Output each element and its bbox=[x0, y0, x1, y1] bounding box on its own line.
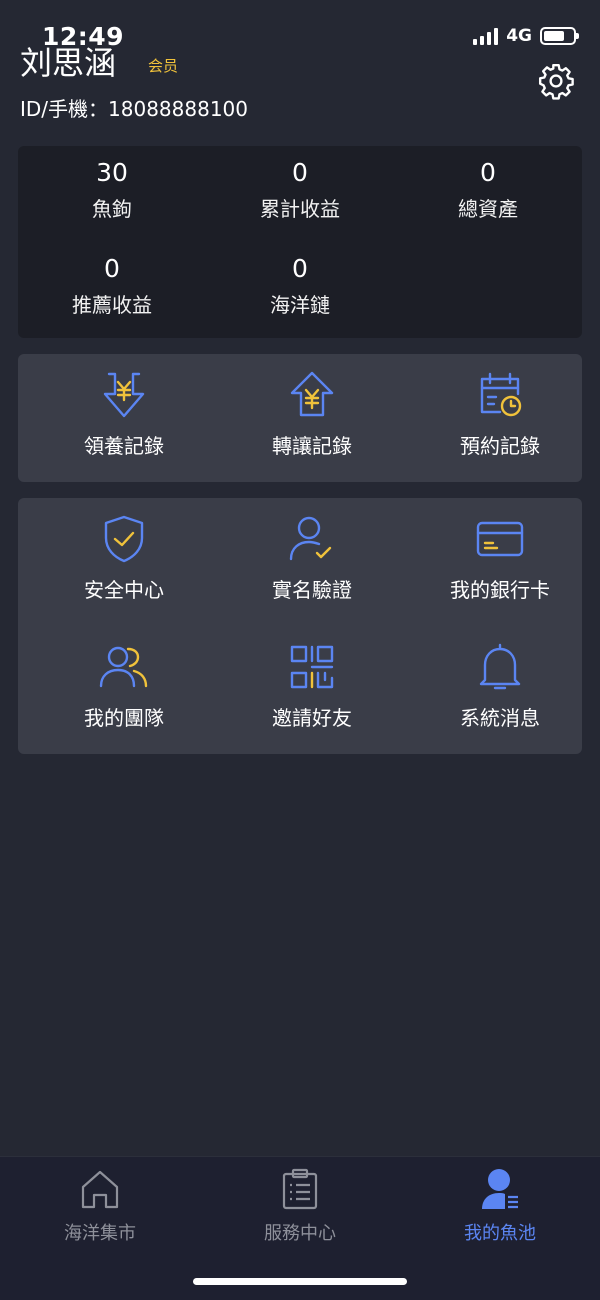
tab-label: 我的魚池 bbox=[464, 1223, 536, 1244]
stat-value: 0 bbox=[480, 158, 496, 187]
qr-code-icon bbox=[290, 645, 334, 689]
stat-ocean-chain[interactable]: 0 海洋鏈 bbox=[206, 254, 394, 318]
clipboard-icon bbox=[282, 1168, 318, 1210]
services-card: 安全中心 實名驗證 我的銀行卡 我的團隊 邀請好友 系統消息 bbox=[18, 498, 582, 754]
my-team-item[interactable]: 我的團隊 bbox=[30, 640, 218, 731]
member-badge: 会员 bbox=[148, 57, 179, 75]
user-id: ID/手機：18088888100 bbox=[20, 97, 249, 121]
stat-label: 總資產 bbox=[458, 197, 518, 221]
shield-check-icon bbox=[104, 515, 144, 563]
menu-label: 安全中心 bbox=[84, 578, 164, 602]
real-name-verify-item[interactable]: 實名驗證 bbox=[218, 512, 406, 603]
stat-referral-earnings[interactable]: 0 推薦收益 bbox=[18, 254, 206, 318]
stats-card: 30 魚鉤 0 累計收益 0 總資產 0 推薦收益 0 海洋鏈 bbox=[18, 146, 582, 338]
menu-label: 邀請好友 bbox=[272, 706, 352, 730]
tab-label: 海洋集市 bbox=[64, 1223, 136, 1244]
menu-label: 領養記錄 bbox=[84, 434, 164, 458]
battery-icon bbox=[540, 27, 579, 45]
stat-value: 30 bbox=[96, 158, 128, 187]
tab-ocean-market[interactable]: 海洋集市 bbox=[0, 1167, 200, 1245]
calendar-clock-icon bbox=[480, 372, 522, 417]
user-name: 刘思涵 bbox=[20, 44, 117, 82]
invite-friends-item[interactable]: 邀請好友 bbox=[218, 640, 406, 731]
menu-label: 轉讓記錄 bbox=[272, 434, 352, 458]
network-type: 4G bbox=[506, 26, 532, 46]
menu-label: 預約記錄 bbox=[460, 434, 540, 458]
tab-my-fish-pond[interactable]: 我的魚池 bbox=[400, 1167, 600, 1245]
stat-value: 0 bbox=[292, 254, 308, 283]
stat-label: 推薦收益 bbox=[72, 293, 152, 317]
user-verify-icon bbox=[289, 516, 332, 561]
signal-icon bbox=[473, 27, 499, 45]
stat-label: 累計收益 bbox=[260, 197, 340, 221]
bank-card-item[interactable]: 我的銀行卡 bbox=[406, 512, 594, 603]
stat-total-earnings[interactable]: 0 累計收益 bbox=[206, 158, 394, 222]
reservation-records-item[interactable]: 預約記錄 bbox=[406, 368, 594, 459]
home-icon bbox=[81, 1170, 119, 1209]
security-center-item[interactable]: 安全中心 bbox=[30, 512, 218, 603]
bell-icon bbox=[479, 643, 521, 690]
bank-card-icon bbox=[476, 521, 524, 557]
adoption-records-item[interactable]: 領養記錄 bbox=[30, 368, 218, 459]
yen-down-icon bbox=[103, 372, 145, 418]
tab-label: 服務中心 bbox=[264, 1223, 336, 1244]
stat-value: 0 bbox=[292, 158, 308, 187]
stat-label: 海洋鏈 bbox=[270, 293, 330, 317]
menu-label: 我的團隊 bbox=[84, 706, 164, 730]
stat-total-assets[interactable]: 0 總資產 bbox=[394, 158, 582, 222]
stat-label: 魚鉤 bbox=[92, 197, 132, 221]
stat-fish-hooks[interactable]: 30 魚鉤 bbox=[18, 158, 206, 222]
home-indicator[interactable] bbox=[193, 1278, 407, 1285]
team-icon bbox=[99, 646, 148, 688]
settings-gear-icon[interactable] bbox=[537, 62, 575, 100]
system-messages-item[interactable]: 系統消息 bbox=[406, 640, 594, 731]
records-card: 領養記錄 轉讓記錄 預約記錄 bbox=[18, 354, 582, 482]
yen-up-icon bbox=[290, 371, 334, 417]
menu-label: 系統消息 bbox=[460, 706, 540, 730]
status-indicators: 4G bbox=[473, 26, 579, 46]
profile-icon bbox=[482, 1169, 518, 1209]
stat-value: 0 bbox=[104, 254, 120, 283]
tab-service-center[interactable]: 服務中心 bbox=[200, 1167, 400, 1245]
transfer-records-item[interactable]: 轉讓記錄 bbox=[218, 368, 406, 459]
menu-label: 實名驗證 bbox=[272, 578, 352, 602]
menu-label: 我的銀行卡 bbox=[450, 578, 550, 602]
